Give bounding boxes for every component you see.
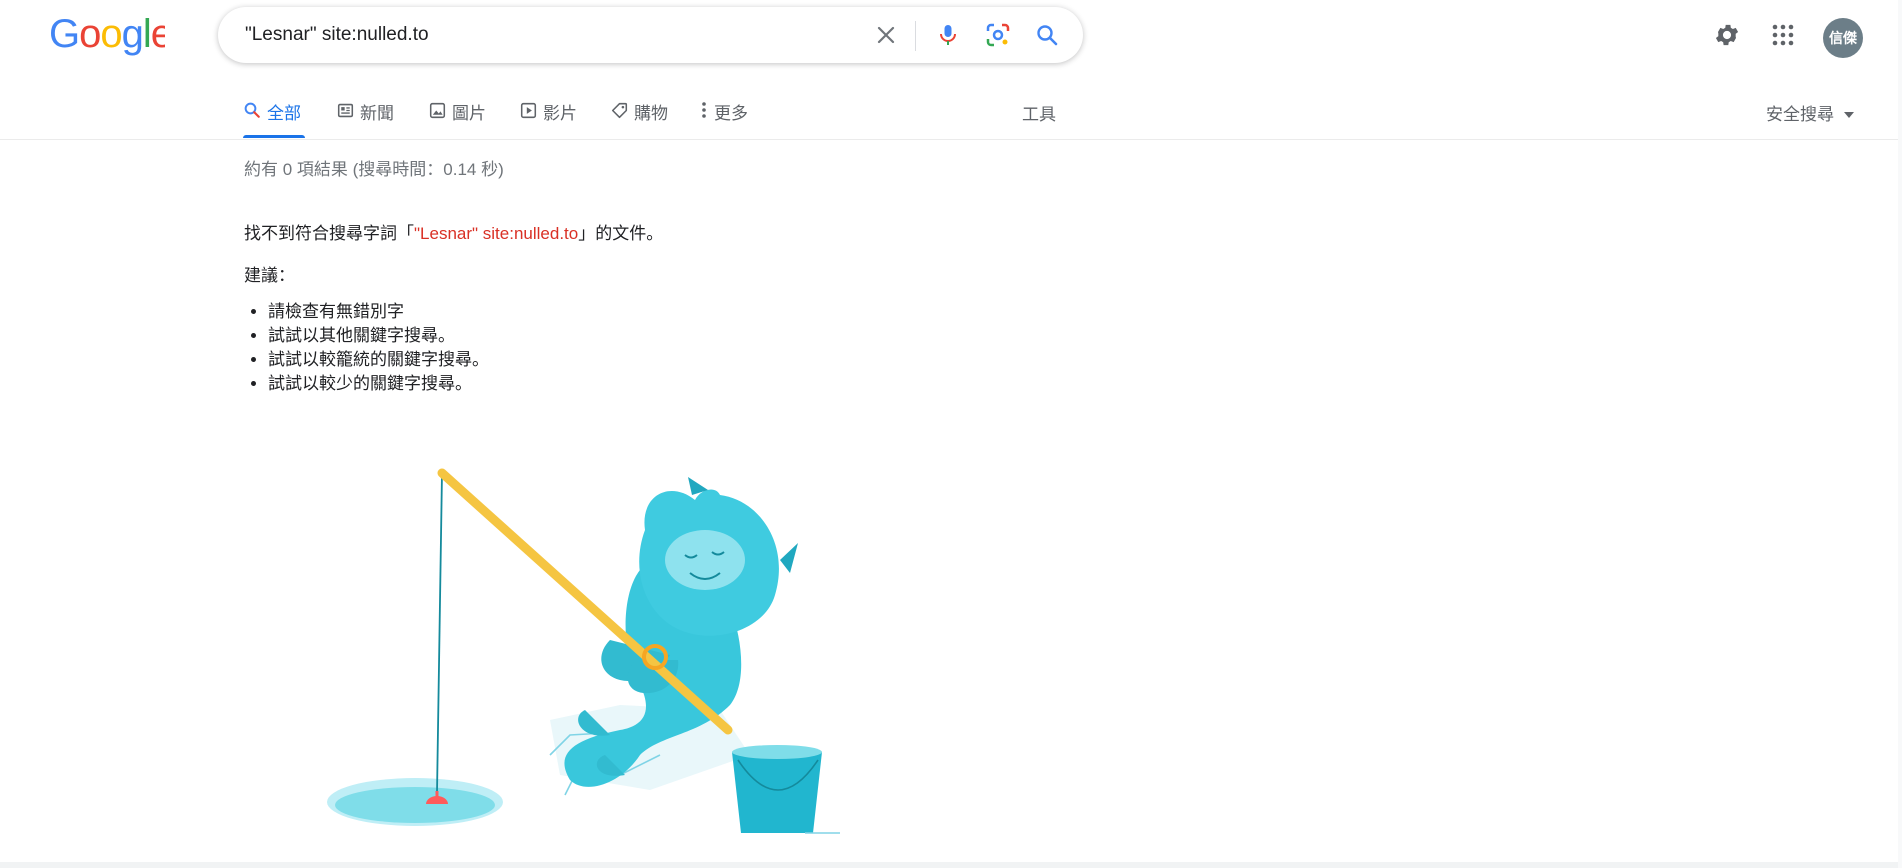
no-results-message: 找不到符合搜尋字詞「"Lesnar" site:nulled.to」的文件。 xyxy=(244,219,663,244)
microphone-icon[interactable] xyxy=(934,21,962,49)
search-box[interactable]: "Lesnar" site:nulled.to xyxy=(218,7,1083,63)
no-results-query: "Lesnar" site:nulled.to xyxy=(414,224,579,243)
active-tab-indicator xyxy=(243,135,305,138)
tab-label: 更多 xyxy=(714,104,748,123)
more-vert-icon xyxy=(700,101,708,119)
result-stats: 約有 0 項結果 (搜尋時間：0.14 秒) xyxy=(244,160,504,179)
list-item: 試試以較籠統的關鍵字搜尋。 xyxy=(268,348,489,372)
search-icon xyxy=(243,101,261,119)
scrollbar-track[interactable] xyxy=(1898,0,1902,868)
suggestions-list: 請檢查有無錯別字 試試以其他關鍵字搜尋。 試試以較籠統的關鍵字搜尋。 試試以較少… xyxy=(244,300,489,396)
search-input[interactable]: "Lesnar" site:nulled.to xyxy=(245,24,429,46)
tools-button[interactable]: 工具 xyxy=(1022,100,1056,125)
list-item: 試試以較少的關鍵字搜尋。 xyxy=(268,372,489,396)
camera-lens-icon[interactable] xyxy=(984,21,1012,49)
list-item: 試試以其他關鍵字搜尋。 xyxy=(268,324,489,348)
avatar[interactable]: 信傑 xyxy=(1823,18,1863,58)
no-results-prefix: 找不到符合搜尋字詞「 xyxy=(244,224,414,243)
tab-more[interactable]: 更多 xyxy=(700,99,748,139)
search-divider xyxy=(915,21,916,51)
safe-search-button[interactable]: 安全搜尋 xyxy=(1766,100,1854,125)
tab-label: 全部 xyxy=(267,104,301,123)
apps-grid-icon[interactable] xyxy=(1768,20,1798,50)
tab-shopping[interactable]: 購物 xyxy=(610,99,668,139)
tab-label: 購物 xyxy=(634,104,668,123)
safe-search-label: 安全搜尋 xyxy=(1766,105,1834,124)
tag-icon xyxy=(610,101,628,119)
tab-news[interactable]: 新聞 xyxy=(336,99,394,139)
tab-label: 影片 xyxy=(543,104,577,123)
tabs-divider xyxy=(0,139,1902,140)
tab-all[interactable]: 全部 xyxy=(243,99,301,139)
tab-images[interactable]: 圖片 xyxy=(428,99,486,139)
search-icon[interactable] xyxy=(1033,21,1061,49)
list-item: 請檢查有無錯別字 xyxy=(268,300,489,324)
video-icon xyxy=(519,101,537,119)
image-icon xyxy=(428,101,446,119)
dropdown-arrow-icon xyxy=(1844,103,1854,123)
tab-label: 新聞 xyxy=(360,104,394,123)
news-icon xyxy=(336,101,354,119)
no-results-suffix: 」的文件。 xyxy=(578,224,664,243)
gear-icon[interactable] xyxy=(1712,20,1742,50)
svg-text:Google: Google xyxy=(49,12,165,56)
tab-videos[interactable]: 影片 xyxy=(519,99,577,139)
close-icon[interactable] xyxy=(872,21,900,49)
page-bottom-bar xyxy=(0,862,1902,868)
tab-label: 圖片 xyxy=(452,104,486,123)
suggestions-title: 建議： xyxy=(244,266,295,285)
google-logo[interactable]: Google xyxy=(49,12,173,58)
fishing-monster-illustration xyxy=(320,455,840,835)
